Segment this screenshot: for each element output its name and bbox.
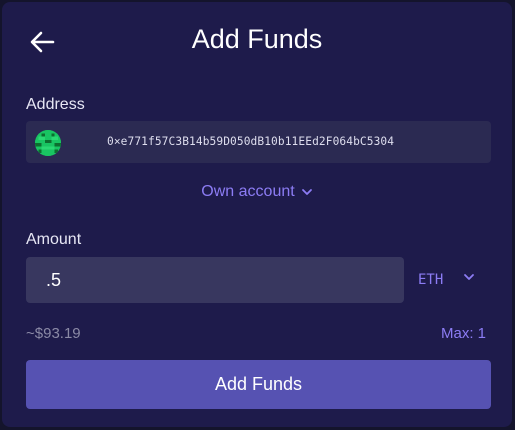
account-selector-label: Own account — [201, 183, 295, 200]
add-funds-button[interactable]: Add Funds — [26, 360, 491, 409]
page-title: Add Funds — [191, 24, 323, 54]
account-selector[interactable]: Own account — [2, 183, 512, 201]
chevron-down-icon — [301, 188, 312, 195]
add-funds-panel: Add Funds Address 0×e771f57C3B14b59D050d… — [2, 2, 512, 427]
amount-input[interactable] — [26, 257, 404, 303]
identicon-avatar — [35, 130, 61, 156]
amount-label: Amount — [26, 231, 82, 248]
fiat-estimate: ~$93.19 — [26, 325, 81, 342]
currency-selector[interactable]: ETH — [418, 272, 474, 288]
currency-label: ETH — [418, 272, 444, 288]
max-button[interactable]: Max: 1 — [441, 325, 486, 342]
address-value: 0×e771f57C3B14b59D050dB10b11EEd2F064bC53… — [107, 135, 395, 148]
chevron-down-icon — [464, 274, 474, 280]
address-field[interactable]: 0×e771f57C3B14b59D050dB10b11EEd2F064bC53… — [26, 121, 491, 163]
address-label: Address — [26, 96, 85, 113]
